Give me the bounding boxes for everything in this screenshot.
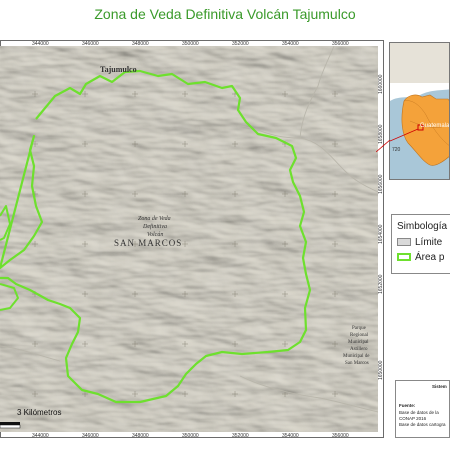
terrain-svg: [0, 46, 378, 432]
bottom-tick: 350000: [182, 433, 199, 439]
legend-title: Simbología: [397, 221, 448, 232]
place-park-line1: Parque: [352, 326, 366, 331]
inset-land-north: [390, 43, 449, 83]
place-park-line2: Regional: [350, 333, 369, 338]
inset-svg: [390, 43, 449, 179]
legend-label: Límite: [415, 237, 443, 248]
legend-item-area: Área p: [397, 252, 444, 263]
place-zona-line2: Definitiva: [143, 224, 167, 230]
info-box: Sistem Fuente: Base de datos de la CONAP…: [395, 380, 450, 438]
right-tick: 1652000: [378, 274, 384, 294]
right-tick: 1654000: [378, 224, 384, 244]
legend-swatch-limite: [397, 238, 411, 246]
place-zona-line1: Zona de Veda: [138, 216, 171, 222]
bottom-tick: 344000: [32, 433, 49, 439]
place-park-line6: San Marcos: [345, 361, 369, 366]
info-source-line2: CONAP 2016: [399, 416, 427, 421]
main-map[interactable]: Tajumulco Zona de Veda Definitiva Volcán…: [0, 46, 378, 432]
bottom-tick: 346000: [82, 433, 99, 439]
place-park-line4: Astillero: [350, 347, 368, 352]
place-tajumulco: Tajumulco: [100, 65, 137, 74]
scale-label: 3 Kilómetros: [17, 408, 62, 417]
bottom-tick: 348000: [132, 433, 149, 439]
info-source-line3: Base de datos cartogra: [399, 422, 446, 427]
inset-connector: [376, 140, 391, 153]
scale-bar-graphic: [0, 422, 21, 429]
terrain-texture: [0, 46, 378, 432]
right-tick: 1660000: [378, 74, 384, 94]
bottom-tick: 354000: [282, 433, 299, 439]
info-source-line1: Base de datos de la: [399, 410, 439, 415]
inset-scale: 720: [392, 147, 401, 153]
info-source-label: Fuente:: [399, 403, 416, 408]
bottom-tick: 352000: [232, 433, 249, 439]
bottom-tick: 356000: [332, 433, 349, 439]
place-park-line3: Municipal: [348, 340, 369, 345]
legend-item-limite: Límite: [397, 237, 442, 248]
map-title: Zona de Veda Definitiva Volcán Tajumulco: [94, 6, 356, 22]
inset-map[interactable]: Guatemala 720: [389, 42, 450, 180]
inset-country-label: Guatemala: [420, 123, 450, 129]
legend-label: Área p: [415, 252, 445, 263]
legend-swatch-area: [397, 253, 411, 261]
place-department: SAN MARCOS: [114, 238, 183, 248]
info-header: Sistem: [432, 384, 447, 389]
place-park-line5: Municipal de: [343, 354, 370, 359]
right-tick: 1656000: [378, 174, 384, 194]
right-tick: 1650000: [378, 360, 384, 380]
legend: Simbología Límite Área p: [391, 214, 450, 274]
